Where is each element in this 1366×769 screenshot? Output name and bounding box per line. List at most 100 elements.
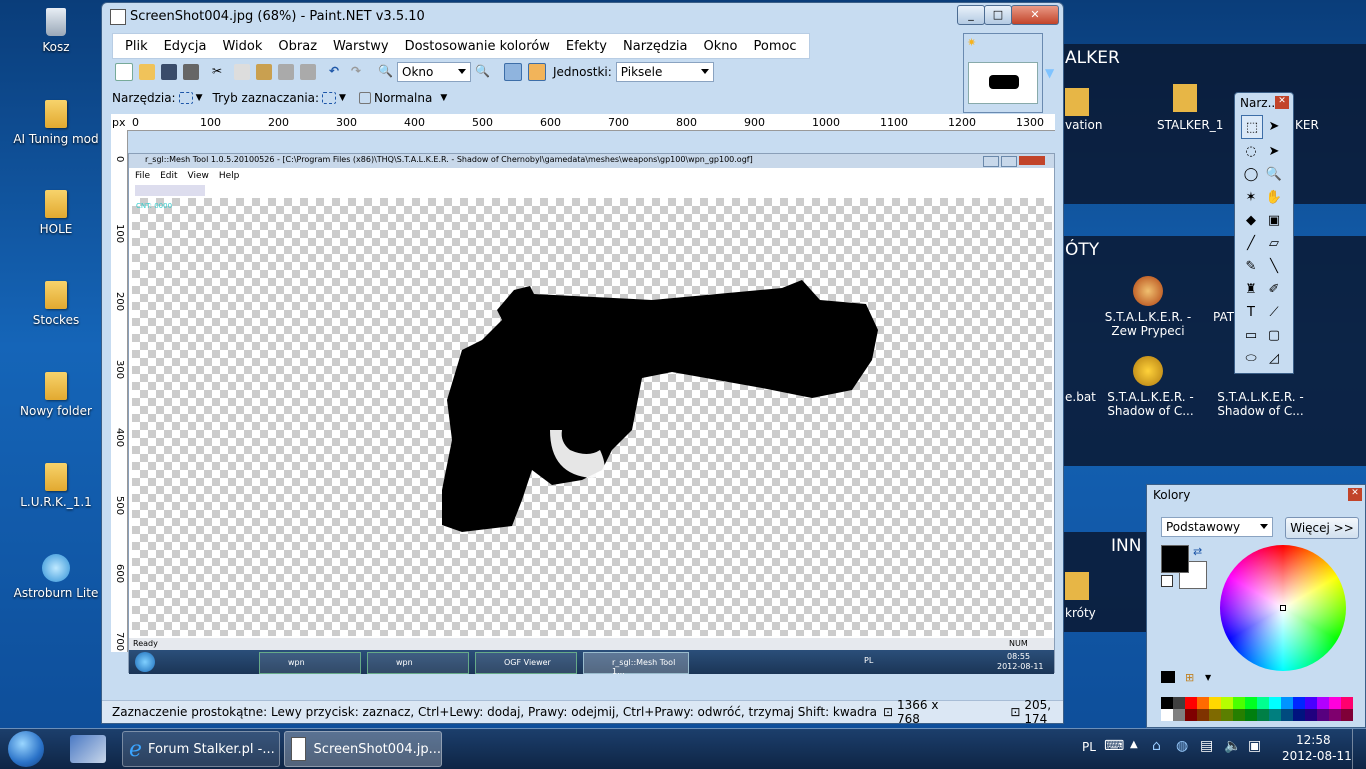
swap-colors-icon[interactable]: ⇄ <box>1193 545 1202 558</box>
rectangle-icon[interactable]: ▭ <box>1241 324 1261 346</box>
text-icon[interactable]: T <box>1241 301 1261 323</box>
palette-select[interactable]: Podstawowy <box>1161 517 1273 537</box>
primary-color-swatch[interactable] <box>1161 545 1189 573</box>
copy-icon[interactable] <box>234 64 250 80</box>
show-hidden-icons-icon[interactable]: ▲ <box>1130 739 1138 750</box>
recolor-icon[interactable]: ✐ <box>1264 278 1284 300</box>
palette-swatch[interactable] <box>1293 709 1305 721</box>
new-file-icon[interactable] <box>115 63 133 81</box>
tray-monitor-icon[interactable]: ▣ <box>1248 738 1261 754</box>
menu-dostosowanie[interactable]: Dostosowanie kolorów <box>397 39 558 54</box>
close-button[interactable]: ✕ <box>1011 5 1059 25</box>
tray-app-icon[interactable]: ⌂ <box>1152 738 1161 754</box>
desktop-icon-astroburn[interactable]: Astroburn Lite <box>8 554 104 600</box>
tray-network-icon[interactable]: ◍ <box>1176 738 1188 754</box>
chevron-down-icon[interactable]: ▼ <box>339 93 346 103</box>
image-thumbnail-panel[interactable]: ✷ <box>963 33 1043 113</box>
desktop-icon-stockes[interactable]: Stockes <box>8 281 104 327</box>
palette-swatch[interactable] <box>1317 709 1329 721</box>
palette-swatch[interactable] <box>1173 709 1185 721</box>
panel-item[interactable]: KER <box>1295 118 1319 132</box>
rounded-rectangle-icon[interactable]: ▢ <box>1264 324 1284 346</box>
palette-menu-icon[interactable]: ⊞ <box>1185 671 1194 684</box>
magic-wand-icon[interactable]: ✶ <box>1241 186 1261 208</box>
palette-swatch[interactable] <box>1197 709 1209 721</box>
palette-swatch[interactable] <box>1317 697 1329 709</box>
cut-icon[interactable]: ✂ <box>212 64 228 80</box>
paint-bucket-icon[interactable]: ◆ <box>1241 209 1261 231</box>
image-canvas[interactable]: r_sgl::Mesh Tool 1.0.5.20100526 - [C:\Pr… <box>128 153 1055 676</box>
menu-obraz[interactable]: Obraz <box>270 39 325 54</box>
palette-swatch[interactable] <box>1281 709 1293 721</box>
palette-swatch[interactable] <box>1197 697 1209 709</box>
redo-icon[interactable]: ↷ <box>351 64 367 80</box>
start-button[interactable] <box>8 731 44 767</box>
palette-swatch[interactable] <box>1209 709 1221 721</box>
panel-item[interactable]: S.T.A.L.K.E.R. - Shadow of C... <box>1103 390 1198 418</box>
palette-swatch[interactable] <box>1173 697 1185 709</box>
undo-icon[interactable]: ↶ <box>329 64 345 80</box>
rect-select-icon[interactable] <box>178 92 193 104</box>
move-selected-icon[interactable]: ➤ <box>1264 140 1284 162</box>
desktop-icon-nowy-folder[interactable]: Nowy folder <box>8 372 104 418</box>
menu-efekty[interactable]: Efekty <box>558 39 615 54</box>
palette-swatch[interactable] <box>1245 697 1257 709</box>
window-titlebar[interactable]: ScreenShot004.jpg (68%) - Paint.NET v3.5… <box>102 3 1063 31</box>
palette-swatch[interactable] <box>1233 709 1245 721</box>
palette-swatch[interactable] <box>1269 697 1281 709</box>
zoom-in-icon[interactable]: 🔍 <box>475 64 491 80</box>
pan-icon[interactable]: ✋ <box>1264 186 1284 208</box>
show-desktop-button[interactable] <box>1352 729 1366 769</box>
eraser-icon[interactable]: ▱ <box>1264 232 1284 254</box>
open-file-icon[interactable] <box>139 64 155 80</box>
zoom-out-icon[interactable]: 🔍 <box>378 64 394 80</box>
palette-swatch[interactable] <box>1161 697 1173 709</box>
panel-item[interactable]: vation <box>1065 118 1102 132</box>
print-icon[interactable] <box>183 64 199 80</box>
color-picker-icon[interactable]: ╲ <box>1264 255 1284 277</box>
panel-item[interactable]: e.bat <box>1065 390 1096 404</box>
chevron-down-icon[interactable]: ▼ <box>1045 66 1054 80</box>
save-icon[interactable] <box>161 64 177 80</box>
move-selection-icon[interactable]: ➤ <box>1264 115 1284 137</box>
pencil-icon[interactable]: ✎ <box>1241 255 1261 277</box>
chevron-down-icon[interactable]: ▼ <box>1205 673 1211 682</box>
palette-swatch[interactable] <box>1269 709 1281 721</box>
palette-swatch[interactable] <box>1305 697 1317 709</box>
ruler-icon[interactable] <box>528 63 546 81</box>
menu-widok[interactable]: Widok <box>214 39 270 54</box>
keyboard-icon[interactable]: ⌨ <box>1104 738 1124 754</box>
palette-primary-icon[interactable] <box>1161 671 1175 683</box>
palette-swatch[interactable] <box>1305 709 1317 721</box>
menu-edycja[interactable]: Edycja <box>156 39 215 54</box>
palette-swatch[interactable] <box>1341 697 1353 709</box>
taskbar-item-paintnet[interactable]: ScreenShot004.jp... <box>284 731 442 767</box>
rect-select-icon[interactable]: ⬚ <box>1241 115 1263 139</box>
palette-swatch[interactable] <box>1233 697 1245 709</box>
clock-time[interactable]: 12:58 <box>1296 733 1331 747</box>
paintbrush-icon[interactable]: ╱ <box>1241 232 1261 254</box>
panel-item[interactable]: króty <box>1065 606 1096 620</box>
ellipse-select-icon[interactable]: ◯ <box>1241 163 1261 185</box>
chevron-down-icon[interactable]: ▼ <box>440 93 447 103</box>
tray-device-icon[interactable]: ▤ <box>1200 738 1213 754</box>
palette-swatch[interactable] <box>1185 709 1197 721</box>
more-colors-button[interactable]: Więcej >> <box>1285 517 1359 539</box>
blend-mode-value[interactable]: Normalna <box>374 91 432 105</box>
menu-warstwy[interactable]: Warstwy <box>325 39 397 54</box>
desktop-icon-ai-tuning-mod[interactable]: AI Tuning mod <box>8 100 104 146</box>
palette-swatch[interactable] <box>1329 697 1341 709</box>
selection-mode-icon[interactable] <box>322 92 337 104</box>
deselect-icon[interactable] <box>300 64 316 80</box>
stalker-pinned-icon[interactable] <box>70 735 106 763</box>
ellipse-icon[interactable]: ⬭ <box>1241 347 1261 369</box>
grid-icon[interactable] <box>504 63 522 81</box>
palette-swatch[interactable] <box>1185 697 1197 709</box>
minimize-button[interactable]: _ <box>957 5 985 25</box>
palette-swatch[interactable] <box>1257 709 1269 721</box>
color-wheel[interactable] <box>1220 545 1346 671</box>
zoom-icon[interactable]: 🔍 <box>1264 163 1284 185</box>
menu-okno[interactable]: Okno <box>696 39 746 54</box>
menu-pomoc[interactable]: Pomoc <box>745 39 804 54</box>
panel-item[interactable]: PAT <box>1213 310 1234 324</box>
